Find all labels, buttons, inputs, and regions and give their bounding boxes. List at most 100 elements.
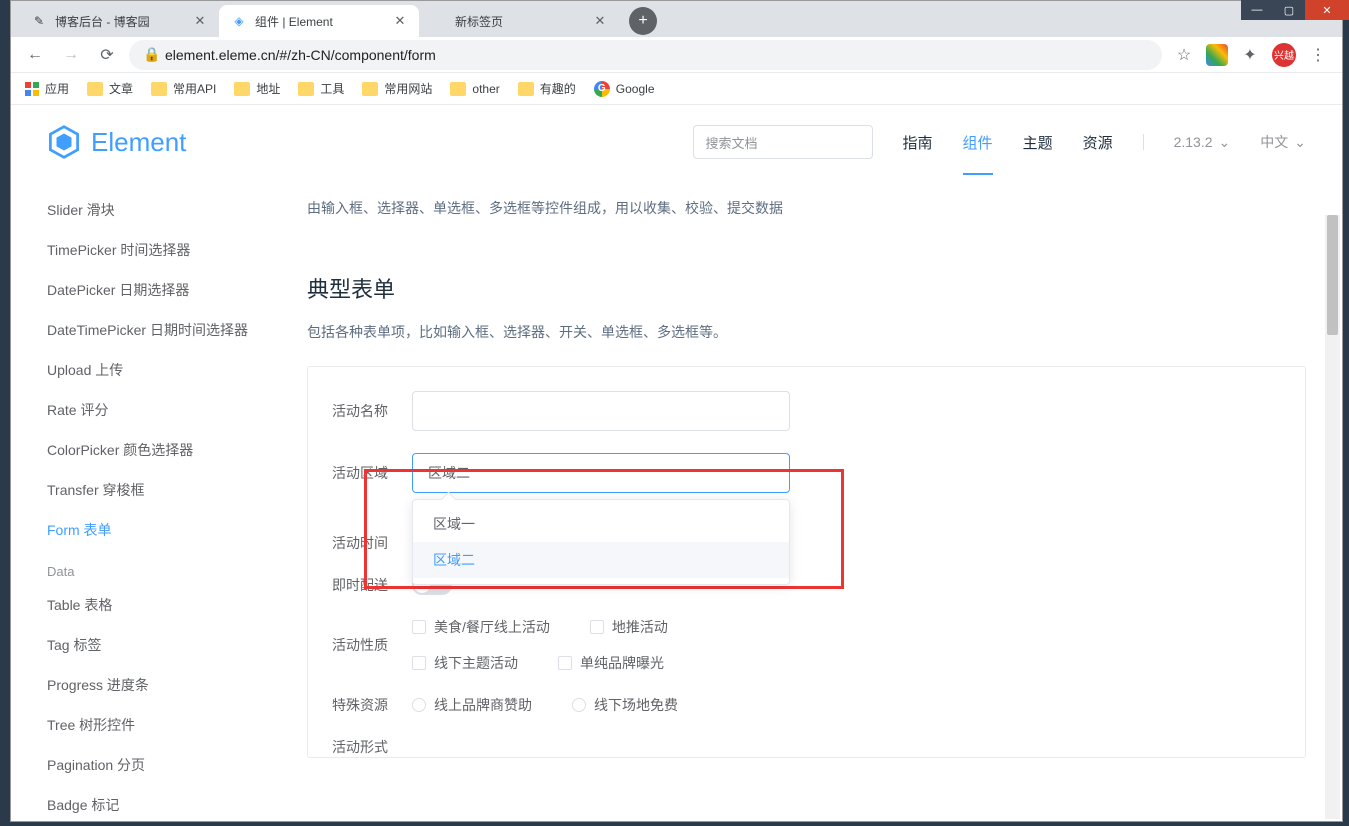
new-tab-button[interactable]: + — [629, 7, 657, 35]
star-icon[interactable]: ☆ — [1170, 41, 1198, 69]
profile-badge[interactable]: 兴越 — [1272, 43, 1296, 67]
sidebar-item[interactable]: Table 表格 — [47, 585, 307, 625]
sidebar-item[interactable]: Tag 标签 — [47, 625, 307, 665]
window-minimize[interactable]: — — [1241, 0, 1273, 20]
close-icon[interactable]: ✕ — [593, 14, 607, 28]
site-header: Element 搜索文档 指南 组件 主题 资源 2.13.2⌄ 中文⌄ — [11, 105, 1342, 180]
tab-1[interactable]: ◈ 组件 | Element ✕ — [219, 5, 419, 37]
window-maximize[interactable]: ▢ — [1273, 0, 1305, 20]
folder-icon — [234, 82, 250, 96]
checkbox-nature-3[interactable]: 单纯品牌曝光 — [558, 653, 664, 673]
tab-strip: ✎ 博客后台 - 博客园 ✕ ◈ 组件 | Element ✕ 新标签页 ✕ + — [11, 1, 1342, 37]
demo-box: 活动名称 活动区域 区域二 ⌄ 区域一 — [307, 366, 1306, 758]
section-desc: 包括各种表单项，比如输入框、选择器、开关、单选框、多选框等。 — [307, 322, 1306, 342]
window-close[interactable]: ✕ — [1305, 0, 1349, 20]
close-icon[interactable]: ✕ — [393, 14, 407, 28]
page-content: Element 搜索文档 指南 组件 主题 资源 2.13.2⌄ 中文⌄ Sli… — [11, 105, 1342, 821]
bookmark-apps[interactable]: 应用 — [25, 80, 69, 97]
sidebar-item[interactable]: Tree 树形控件 — [47, 705, 307, 745]
radio-icon — [572, 698, 586, 712]
sidebar-item[interactable]: TimePicker 时间选择器 — [47, 230, 307, 270]
divider — [1143, 134, 1144, 150]
region-option-2[interactable]: 区域二 — [413, 542, 789, 578]
activity-name-input[interactable] — [412, 391, 790, 431]
chevron-up-icon: ⌄ — [764, 466, 774, 480]
logo-icon — [47, 125, 81, 159]
bookmark-folder[interactable]: 有趣的 — [518, 80, 576, 97]
url-text: element.eleme.cn/#/zh-CN/component/form — [165, 47, 436, 63]
bookmark-folder[interactable]: other — [450, 82, 499, 96]
sidebar-item[interactable]: Progress 进度条 — [47, 665, 307, 705]
chevron-down-icon: ⌄ — [1219, 134, 1231, 151]
sidebar-item-form[interactable]: Form 表单 — [47, 510, 307, 550]
tab-2[interactable]: 新标签页 ✕ — [419, 5, 619, 37]
bookmark-google[interactable]: GGoogle — [594, 81, 655, 97]
checkbox-nature-0[interactable]: 美食/餐厅线上活动 — [412, 617, 550, 637]
close-icon[interactable]: ✕ — [193, 14, 207, 28]
checkbox-icon — [558, 656, 572, 670]
sidebar-item[interactable]: Pagination 分页 — [47, 745, 307, 785]
lock-icon: 🔒 — [143, 46, 157, 63]
favicon-blank — [431, 13, 447, 29]
sidebar-item[interactable]: DateTimePicker 日期时间选择器 — [47, 310, 307, 350]
region-select[interactable]: 区域二 ⌄ — [412, 453, 790, 493]
favicon-element: ◈ — [231, 13, 247, 29]
sidebar-item[interactable]: Slider 滑块 — [47, 190, 307, 230]
tab-0[interactable]: ✎ 博客后台 - 博客园 ✕ — [19, 5, 219, 37]
label-form: 活动形式 — [332, 737, 412, 757]
checkbox-icon — [412, 656, 426, 670]
scrollbar-thumb[interactable] — [1327, 215, 1338, 335]
sidebar-item[interactable]: Transfer 穿梭框 — [47, 470, 307, 510]
menu-icon[interactable]: ⋮ — [1304, 41, 1332, 69]
sidebar-item[interactable]: Badge 标记 — [47, 785, 307, 821]
radio-icon — [412, 698, 426, 712]
sidebar-item[interactable]: Upload 上传 — [47, 350, 307, 390]
nav-component[interactable]: 组件 — [963, 132, 993, 175]
folder-icon — [151, 82, 167, 96]
label-region: 活动区域 — [332, 463, 412, 483]
version-dropdown[interactable]: 2.13.2⌄ — [1174, 134, 1231, 151]
sidebar-group-data: Data — [47, 550, 307, 585]
folder-icon — [87, 82, 103, 96]
address-bar[interactable]: 🔒 element.eleme.cn/#/zh-CN/component/for… — [129, 40, 1162, 70]
region-dropdown: 区域一 区域二 — [412, 499, 790, 585]
radio-resource-1[interactable]: 线下场地免费 — [572, 695, 678, 715]
folder-icon — [362, 82, 378, 96]
lang-dropdown[interactable]: 中文⌄ — [1260, 132, 1306, 152]
bookmark-folder[interactable]: 地址 — [234, 80, 280, 97]
nav-resource[interactable]: 资源 — [1083, 132, 1113, 153]
bookmarks-bar: 应用 文章 常用API 地址 工具 常用网站 other 有趣的 GGoogle — [11, 73, 1342, 105]
bookmark-folder[interactable]: 常用网站 — [362, 80, 432, 97]
tab-title: 新标签页 — [455, 13, 585, 30]
sidebar-item[interactable]: DatePicker 日期选择器 — [47, 270, 307, 310]
sidebar-item[interactable]: ColorPicker 颜色选择器 — [47, 430, 307, 470]
bookmark-folder[interactable]: 工具 — [298, 80, 344, 97]
sidebar-item[interactable]: Rate 评分 — [47, 390, 307, 430]
extension-icon-1[interactable] — [1206, 44, 1228, 66]
checkbox-icon — [412, 620, 426, 634]
label-delivery: 即时配送 — [332, 575, 412, 595]
chevron-down-icon: ⌄ — [1294, 134, 1306, 151]
logo-text: Element — [91, 127, 186, 158]
bookmark-folder[interactable]: 常用API — [151, 80, 216, 97]
scrollbar[interactable] — [1325, 215, 1340, 819]
reload-button[interactable]: ⟳ — [93, 41, 121, 69]
sidebar: Slider 滑块 TimePicker 时间选择器 DatePicker 日期… — [47, 180, 307, 821]
back-button[interactable]: ← — [21, 41, 49, 69]
extensions-icon[interactable]: ✦ — [1236, 41, 1264, 69]
google-icon: G — [594, 81, 610, 97]
browser-toolbar: ← → ⟳ 🔒 element.eleme.cn/#/zh-CN/compone… — [11, 37, 1342, 73]
element-logo[interactable]: Element — [47, 125, 186, 159]
forward-button[interactable]: → — [57, 41, 85, 69]
search-input[interactable]: 搜索文档 — [693, 125, 873, 159]
checkbox-nature-2[interactable]: 线下主题活动 — [412, 653, 518, 673]
folder-icon — [298, 82, 314, 96]
radio-resource-0[interactable]: 线上品牌商赞助 — [412, 695, 532, 715]
nav-guide[interactable]: 指南 — [903, 132, 933, 153]
nav-theme[interactable]: 主题 — [1023, 132, 1053, 153]
region-option-1[interactable]: 区域一 — [413, 506, 789, 542]
bookmark-folder[interactable]: 文章 — [87, 80, 133, 97]
tab-title: 组件 | Element — [255, 13, 385, 30]
label-time: 活动时间 — [332, 533, 412, 553]
checkbox-nature-1[interactable]: 地推活动 — [590, 617, 668, 637]
